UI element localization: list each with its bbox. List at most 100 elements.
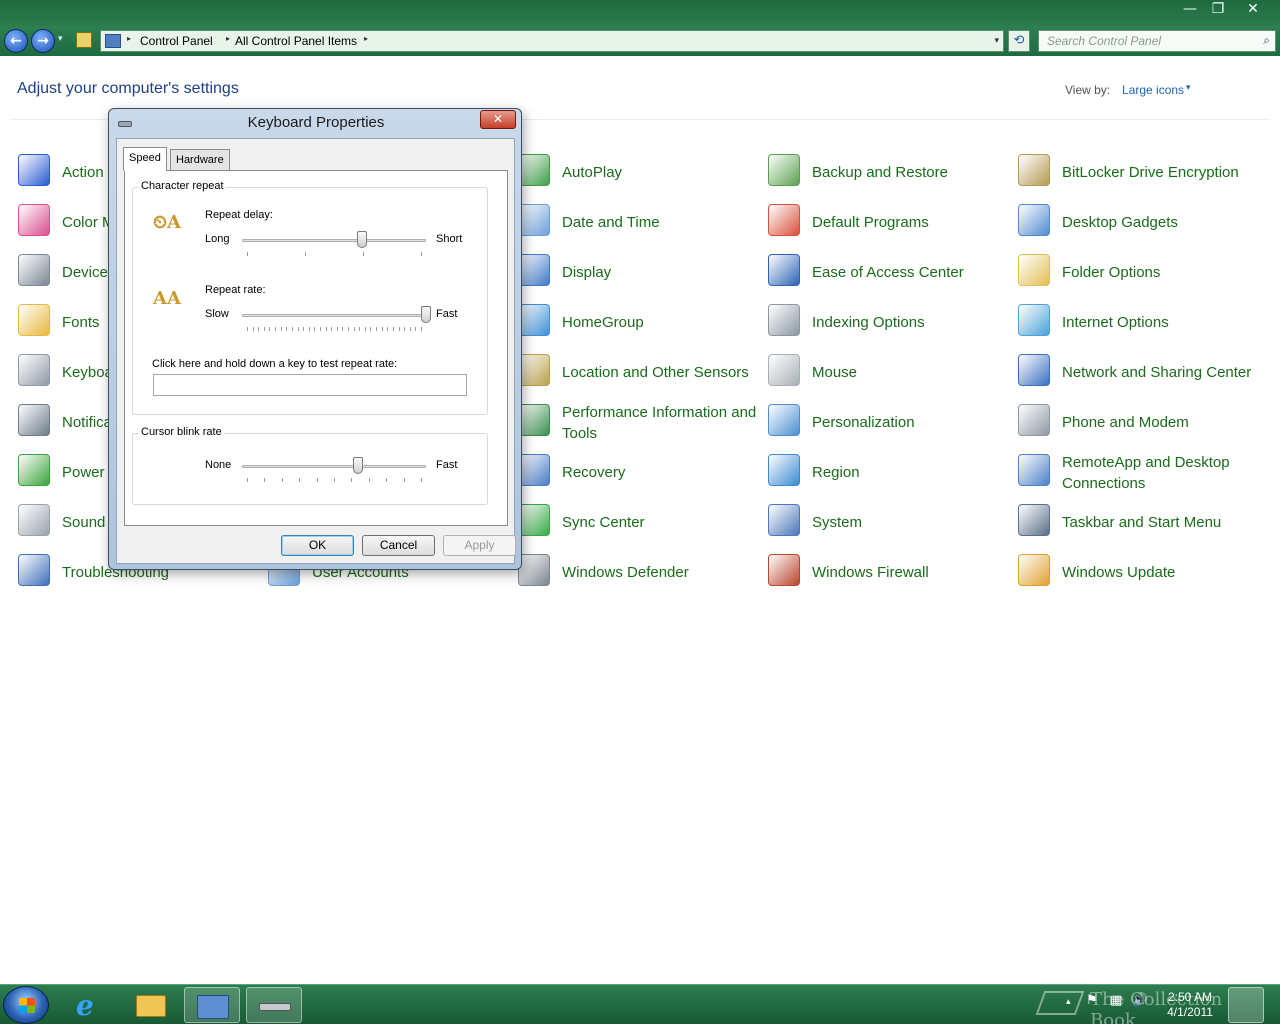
slider-tick: [258, 327, 260, 331]
repeat-rate-thumb[interactable]: [421, 306, 431, 323]
slider-tick: [331, 327, 333, 331]
network-icon[interactable]: ▦: [1110, 993, 1122, 1008]
slider-tick: [297, 327, 299, 331]
slider-tick: [359, 327, 361, 331]
dialog-close-button[interactable]: ✕: [480, 110, 516, 129]
breadcrumb-control-panel[interactable]: Control Panel: [140, 34, 213, 48]
test-repeat-input[interactable]: [153, 374, 467, 396]
slider-tick: [314, 327, 316, 331]
control-panel-item[interactable]: Default Programs: [768, 198, 1013, 242]
control-panel-item[interactable]: Date and Time: [518, 198, 763, 242]
breadcrumb-separator[interactable]: ▸: [226, 34, 230, 43]
item-label: Indexing Options: [812, 314, 925, 331]
slider-tick: [421, 478, 422, 482]
control-panel-item[interactable]: RemoteApp and Desktop Connections: [1018, 448, 1263, 492]
item-label: AutoPlay: [562, 164, 623, 181]
cursor-blink-slider[interactable]: [242, 465, 426, 468]
breadcrumb-separator[interactable]: ▸: [127, 34, 131, 43]
item-icon: [768, 204, 800, 236]
taskbar-windows-explorer[interactable]: [123, 987, 179, 1023]
control-panel-item[interactable]: AutoPlay: [518, 148, 763, 192]
forward-button[interactable]: →: [31, 29, 55, 53]
tab-speed[interactable]: Speed: [123, 147, 167, 171]
slider-tick: [269, 327, 271, 331]
item-icon: [1018, 454, 1050, 486]
control-panel-item[interactable]: Sync Center: [518, 498, 763, 542]
control-panel-item[interactable]: Recovery: [518, 448, 763, 492]
tab-hardware[interactable]: Hardware: [170, 149, 230, 171]
chevron-down-icon[interactable]: ▾: [1186, 83, 1191, 93]
show-hidden-icons-arrow[interactable]: ▴: [1066, 997, 1071, 1007]
repeat-delay-thumb[interactable]: [356, 231, 367, 248]
repeat-rate-slider[interactable]: [242, 314, 426, 317]
control-panel-item[interactable]: Region: [768, 448, 1013, 492]
item-icon: [768, 254, 800, 286]
control-panel-item[interactable]: Desktop Gadgets: [1018, 198, 1263, 242]
item-icon: [18, 304, 50, 336]
slider-tick: [336, 327, 338, 331]
control-panel-item[interactable]: Personalization: [768, 398, 1013, 442]
taskbar-internet-explorer[interactable]: e: [62, 987, 118, 1023]
breadcrumb-separator[interactable]: ▸: [364, 34, 368, 43]
address-dropdown-icon[interactable]: ▾: [994, 35, 999, 46]
control-panel-item[interactable]: Windows Firewall: [768, 548, 1013, 592]
item-icon: [518, 404, 550, 436]
control-panel-item[interactable]: Display: [518, 248, 763, 292]
start-button[interactable]: [3, 986, 49, 1024]
control-panel-item[interactable]: Ease of Access Center: [768, 248, 1013, 292]
control-panel-item[interactable]: Network and Sharing Center: [1018, 348, 1263, 392]
search-input[interactable]: Search Control Panel ⌕: [1038, 30, 1276, 52]
control-panel-item[interactable]: HomeGroup: [518, 298, 763, 342]
item-label: Desktop Gadgets: [1062, 214, 1178, 231]
control-panel-item[interactable]: Backup and Restore: [768, 148, 1013, 192]
cursor-blink-thumb[interactable]: [352, 457, 363, 474]
control-panel-item[interactable]: Indexing Options: [768, 298, 1013, 342]
clock[interactable]: 2:50 AM 4/1/2011: [1160, 990, 1220, 1020]
item-icon: [18, 504, 50, 536]
control-panel-item[interactable]: Performance Information and Tools: [518, 398, 763, 442]
folder-up-icon[interactable]: [76, 32, 92, 48]
item-label: Region: [812, 464, 860, 481]
back-button[interactable]: ←: [4, 29, 28, 53]
show-desktop-button[interactable]: [1228, 987, 1264, 1023]
control-panel-item[interactable]: Folder Options: [1018, 248, 1263, 292]
apply-button[interactable]: Apply: [443, 535, 516, 556]
keyboard-icon: [259, 1003, 291, 1011]
close-button[interactable]: ✕: [1238, 0, 1268, 20]
recent-pages-dropdown[interactable]: ▾: [58, 34, 63, 44]
breadcrumb-all-items[interactable]: All Control Panel Items: [235, 34, 357, 48]
control-panel-item[interactable]: Windows Defender: [518, 548, 763, 592]
address-bar[interactable]: ▸ Control Panel ▸ All Control Panel Item…: [100, 30, 1004, 52]
cancel-button[interactable]: Cancel: [362, 535, 435, 556]
refresh-button[interactable]: ⟲: [1008, 30, 1030, 52]
slider-tick: [370, 327, 372, 331]
page-title: Adjust your computer's settings: [17, 80, 239, 97]
item-icon: [1018, 554, 1050, 586]
control-panel-item[interactable]: BitLocker Drive Encryption: [1018, 148, 1263, 192]
slider-tick: [421, 252, 422, 256]
slider-tick: [316, 478, 318, 482]
control-panel-item[interactable]: Mouse: [768, 348, 1013, 392]
control-panel-item[interactable]: System: [768, 498, 1013, 542]
slider-tick: [353, 327, 355, 331]
ok-button[interactable]: OK: [281, 535, 354, 556]
search-icon[interactable]: ⌕: [1263, 33, 1270, 48]
view-by-selector[interactable]: Large icons: [1122, 83, 1184, 97]
taskbar-keyboard-properties[interactable]: [246, 987, 302, 1023]
control-panel-item[interactable]: Phone and Modem: [1018, 398, 1263, 442]
taskbar-control-panel[interactable]: [184, 987, 240, 1023]
slider-tick: [299, 478, 301, 482]
control-panel-item[interactable]: Location and Other Sensors: [518, 348, 763, 392]
repeat-delay-slider[interactable]: [242, 239, 426, 242]
repeat-delay-icon: ⏲A: [153, 212, 182, 233]
control-panel-item[interactable]: Internet Options: [1018, 298, 1263, 342]
volume-icon[interactable]: 🔊: [1132, 993, 1148, 1008]
control-panel-item[interactable]: Taskbar and Start Menu: [1018, 498, 1263, 542]
minimize-button[interactable]: —: [1176, 0, 1204, 20]
control-panel-item[interactable]: Windows Update: [1018, 548, 1263, 592]
speed-tab-panel: Character repeat ⏲A Repeat delay: Long S…: [124, 170, 508, 526]
item-icon: [18, 454, 50, 486]
item-icon: [1018, 504, 1050, 536]
maximize-button[interactable]: ❐: [1204, 0, 1232, 20]
action-center-flag-icon[interactable]: ⚑: [1086, 993, 1098, 1008]
